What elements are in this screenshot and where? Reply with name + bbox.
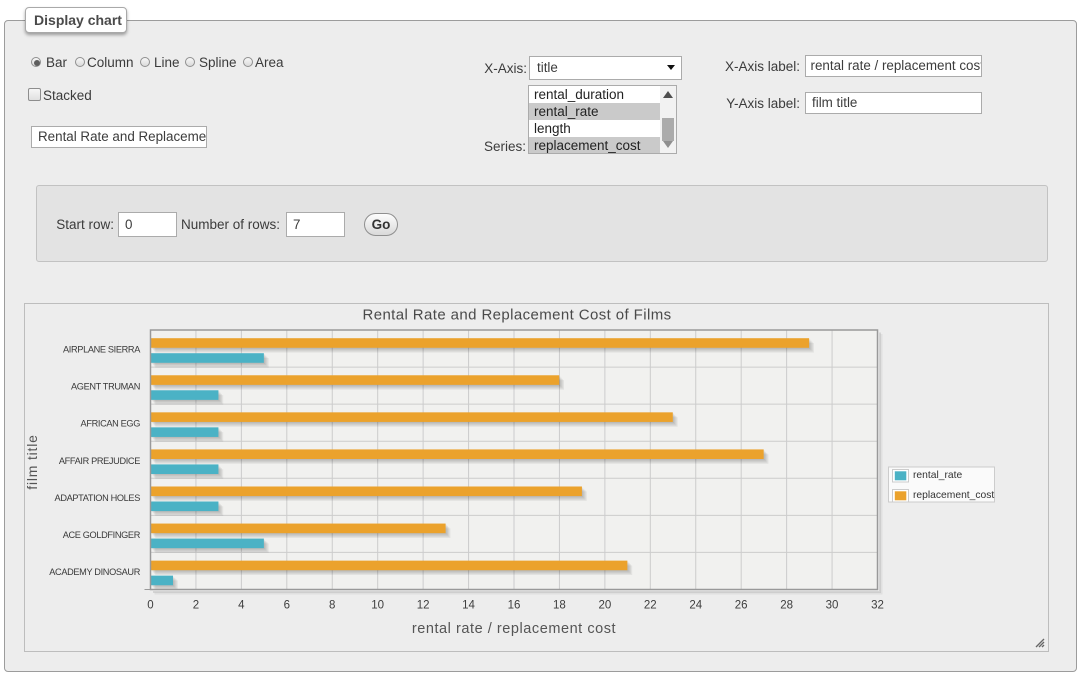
svg-text:rental_rate: rental_rate	[913, 470, 963, 481]
svg-text:32: 32	[871, 600, 884, 612]
svg-text:AFFAIR PREJUDICE: AFFAIR PREJUDICE	[59, 456, 140, 466]
svg-text:4: 4	[238, 600, 245, 612]
svg-text:16: 16	[508, 600, 521, 612]
svg-text:26: 26	[735, 600, 748, 612]
svg-text:10: 10	[371, 600, 384, 612]
svg-text:AGENT TRUMAN: AGENT TRUMAN	[71, 382, 140, 392]
svg-text:22: 22	[644, 600, 657, 612]
svg-text:0: 0	[147, 600, 153, 612]
svg-text:24: 24	[689, 600, 702, 612]
svg-text:ACADEMY DINOSAUR: ACADEMY DINOSAUR	[49, 567, 140, 577]
svg-text:14: 14	[462, 600, 475, 612]
svg-text:20: 20	[598, 600, 611, 612]
svg-text:ADAPTATION HOLES: ADAPTATION HOLES	[55, 493, 141, 503]
svg-text:6: 6	[284, 600, 290, 612]
svg-text:AIRPLANE SIERRA: AIRPLANE SIERRA	[63, 345, 141, 355]
svg-text:18: 18	[553, 600, 566, 612]
svg-text:ACE GOLDFINGER: ACE GOLDFINGER	[63, 530, 141, 540]
svg-text:replacement_cost: replacement_cost	[913, 490, 994, 501]
svg-text:AFRICAN EGG: AFRICAN EGG	[81, 419, 141, 429]
svg-text:30: 30	[826, 600, 839, 612]
svg-text:Rental Rate and Replacement Co: Rental Rate and Replacement Cost of Film…	[362, 307, 671, 324]
svg-text:2: 2	[193, 600, 199, 612]
svg-text:film title: film title	[25, 434, 40, 489]
svg-text:12: 12	[417, 600, 430, 612]
svg-text:8: 8	[329, 600, 335, 612]
svg-text:28: 28	[780, 600, 793, 612]
svg-text:rental rate / replacement cost: rental rate / replacement cost	[412, 621, 616, 637]
